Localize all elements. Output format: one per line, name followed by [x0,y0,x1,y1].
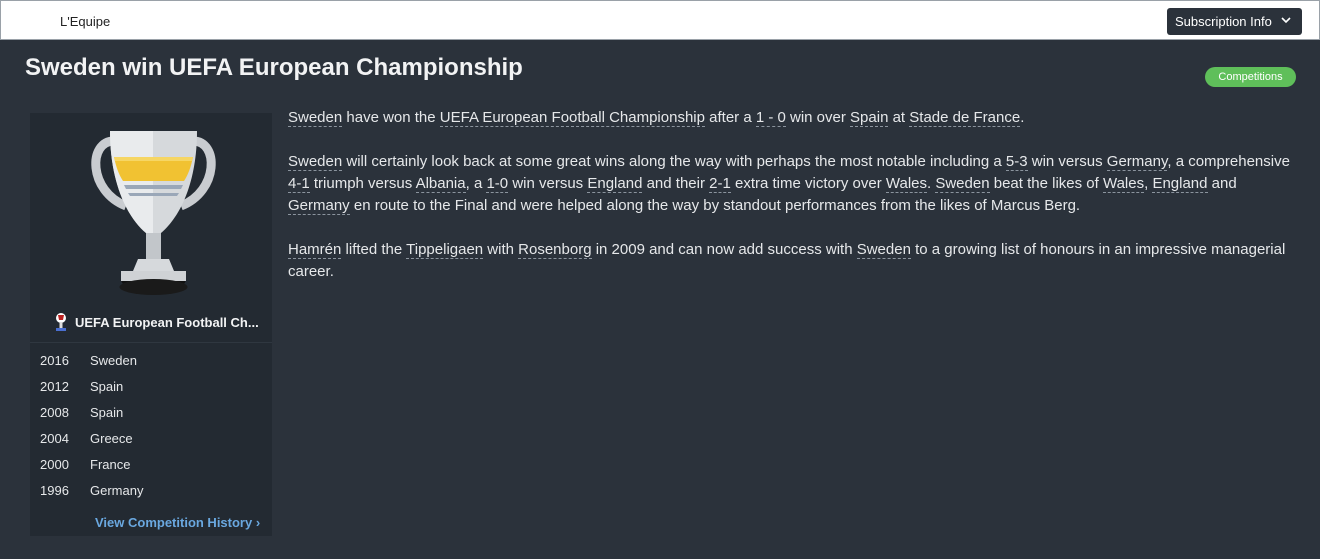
match-score-link[interactable]: 5-3 [1005,153,1028,171]
text: , a [465,175,487,192]
text: win versus [508,175,588,192]
history-row: 2012 Spain [40,375,262,401]
team-link-wales[interactable]: Wales [1102,175,1145,193]
history-row: 2016 Sweden [40,349,262,375]
venue-link[interactable]: Stade de France [909,109,1021,127]
history-winner[interactable]: Germany [90,483,143,498]
competition-logo-icon [56,313,66,331]
text: win over [785,109,851,126]
view-competition-history-label: View Competition History [95,515,253,530]
competition-link[interactable]: UEFA European Football Championship [439,109,705,127]
chevron-right-icon: › [255,515,261,530]
match-score-link[interactable]: 1-0 [486,175,509,193]
team-link-wales[interactable]: Wales [885,175,927,193]
history-row: 2008 Spain [40,401,262,427]
competition-row[interactable]: UEFA European Football Ch... [30,311,272,343]
club-link[interactable]: Rosenborg [518,241,592,259]
league-link[interactable]: Tippeligaen [406,241,484,259]
manager-link[interactable]: Hamrén [288,241,342,259]
text: at [888,109,910,126]
text: lifted the [341,241,407,258]
chevron-down-icon [1281,17,1291,24]
history-year: 2012 [40,379,69,394]
match-score-link[interactable]: 2-1 [709,175,731,193]
match-score-link[interactable]: 1 - 0 [755,109,786,127]
team-link-england[interactable]: England [1152,175,1208,193]
team-link-spain[interactable]: Spain [850,109,889,127]
text: win versus [1027,153,1107,170]
competitions-badge[interactable]: Competitions [1205,67,1296,87]
team-link-albania[interactable]: Albania [415,175,466,193]
view-competition-history-link[interactable]: View Competition History › [95,515,260,530]
top-bar: L'Equipe Subscription Info [0,0,1320,40]
text: extra time victory over [730,175,886,192]
text: will certainly look back at some great w… [342,153,1006,170]
team-link-sweden[interactable]: Sweden [856,241,911,259]
team-link-sweden[interactable]: Sweden [288,109,343,127]
team-link-germany[interactable]: Germany [288,197,350,215]
text: and their [642,175,710,192]
trophy-icon [91,131,216,295]
news-source: L'Equipe [60,14,111,29]
history-year: 2000 [40,457,69,472]
history-year: 2008 [40,405,69,420]
competition-panel: UEFA European Football Ch... 2016 Sweden… [30,113,272,536]
text: triumph versus [309,175,416,192]
history-row: 2000 France [40,453,262,479]
history-winner[interactable]: France [90,457,130,472]
text: en route to the Final and were helped al… [349,197,1081,214]
team-link-sweden[interactable]: Sweden [935,175,990,193]
team-link-germany[interactable]: Germany [1106,153,1168,171]
article-paragraph-2: Sweden will certainly look back at some … [288,151,1300,217]
history-row: 1996 Germany [40,479,262,505]
team-link-england[interactable]: England [587,175,643,193]
text: have won the [342,109,440,126]
history-year: 1996 [40,483,69,498]
text: with [483,241,519,258]
subscription-info-button[interactable]: Subscription Info [1167,8,1302,35]
history-year: 2016 [40,353,69,368]
text: , a comprehensive [1167,153,1290,170]
history-year: 2004 [40,431,69,446]
text: and [1207,175,1237,192]
text: after a [704,109,756,126]
subscription-info-label: Subscription Info [1175,14,1272,29]
history-winner[interactable]: Spain [90,405,123,420]
article-paragraph-1: Sweden have won the UEFA European Footba… [288,107,1300,129]
article-paragraph-3: Hamrén lifted the Tippeligaen with Rosen… [288,239,1300,283]
history-winner[interactable]: Sweden [90,353,137,368]
competition-history-list: 2016 Sweden 2012 Spain 2008 Spain 2004 G… [40,349,262,505]
page-title: Sweden win UEFA European Championship [25,54,523,81]
text: in 2009 and can now add success with [591,241,857,258]
news-article: Sweden have won the UEFA European Footba… [288,107,1300,305]
history-row: 2004 Greece [40,427,262,453]
history-winner[interactable]: Greece [90,431,133,446]
text: beat the likes of [989,175,1103,192]
team-link-sweden[interactable]: Sweden [288,153,343,171]
competition-name: UEFA European Football Ch... [75,315,259,330]
match-score-link[interactable]: 4-1 [288,175,310,193]
text: . [1020,109,1025,126]
history-winner[interactable]: Spain [90,379,123,394]
